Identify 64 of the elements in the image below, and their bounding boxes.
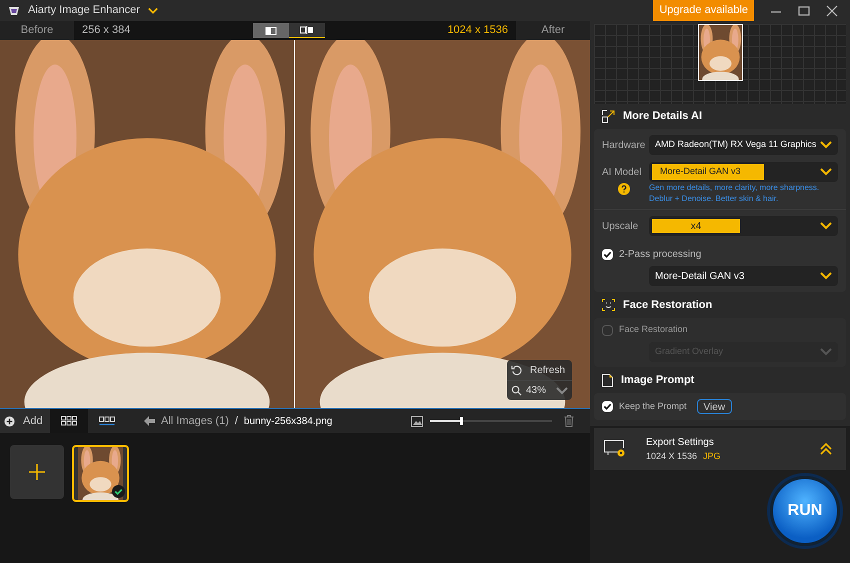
help-icon[interactable] [618,183,630,195]
plus-circle-icon [4,416,15,426]
add-button[interactable]: Add [0,409,50,433]
back-arrow-icon[interactable] [144,416,155,426]
face-scan-icon [602,299,615,311]
chevron-down-icon[interactable] [148,6,158,14]
model-description: Gen more details, more clarity, more sharpness. [649,182,820,193]
split-view-icon [300,26,314,34]
document-icon [602,374,613,386]
strip-icon [99,416,115,426]
file-name: bunny-256x384.png [244,414,332,428]
checkbox-label: 2-Pass processing [619,248,702,262]
breadcrumb-link[interactable]: All Images (1) [161,412,229,430]
model-description: Deblur + Denoise. Better skin & hair. [649,193,780,204]
section-title: Image Prompt [621,372,694,388]
add-image-button[interactable] [10,445,64,499]
ai-model-dropdown[interactable]: More-Detail GAN v3 [649,162,838,182]
double-chevron-up-icon[interactable] [820,443,832,455]
field-label: Hardware [602,138,646,152]
chevron-down-icon [556,386,568,394]
plus-icon [28,463,46,481]
section-title: Face Restoration [623,298,712,313]
before-size: 256 x 384 [82,23,130,38]
chevron-down-icon [820,348,832,356]
breadcrumb-separator: / [234,414,238,429]
checkbox-label: Keep the Prompt [619,400,687,413]
after-label: After [516,21,590,40]
window-title: Aiarty Image Enhancer [28,3,140,18]
export-size: 1024 X 1536 [646,450,698,463]
export-settings-bar[interactable]: Export Settings 1024 X 1536 JPG [594,428,846,470]
field-label: AI Model [602,166,642,180]
image-thumbnail[interactable] [72,445,129,502]
chevron-down-icon [820,168,832,176]
refresh-button[interactable]: Refresh [507,360,572,380]
export-title: Export Settings [646,436,715,450]
export-format: JPG [703,450,721,463]
split-view-button[interactable] [288,23,325,38]
zoom-level: 43% [526,384,546,398]
thumbnail-size-slider[interactable] [430,417,552,425]
app-logo-icon [8,4,20,16]
after-size: 1024 x 1536 [447,23,508,38]
upscale-dropdown[interactable]: x4 [649,216,838,236]
single-view-icon [264,26,278,34]
checkbox-label: Face Restoration [619,323,688,336]
refresh-icon [511,364,522,376]
monitor-gear-icon [604,440,626,458]
zoom-icon[interactable] [511,385,522,396]
image-icon [411,416,423,426]
enlarge-icon [602,110,615,123]
two-pass-model-dropdown[interactable]: More-Detail GAN v3 [649,266,838,286]
maximize-icon[interactable] [798,4,810,16]
chevron-down-icon [820,222,832,230]
hardware-dropdown[interactable]: AMD Radeon(TM) RX Vega 11 Graphics [649,135,838,155]
chevron-down-icon [820,141,832,149]
grid-view-button[interactable] [50,409,88,433]
section-title: More Details AI [623,109,702,124]
before-label: Before [0,21,74,40]
close-icon[interactable] [826,4,838,16]
trash-icon[interactable] [564,415,574,427]
field-label: Upscale [602,220,640,234]
chevron-down-icon [820,272,832,280]
grid-icon [61,416,77,426]
view-button[interactable]: View [696,399,732,414]
single-view-button[interactable] [252,23,289,38]
